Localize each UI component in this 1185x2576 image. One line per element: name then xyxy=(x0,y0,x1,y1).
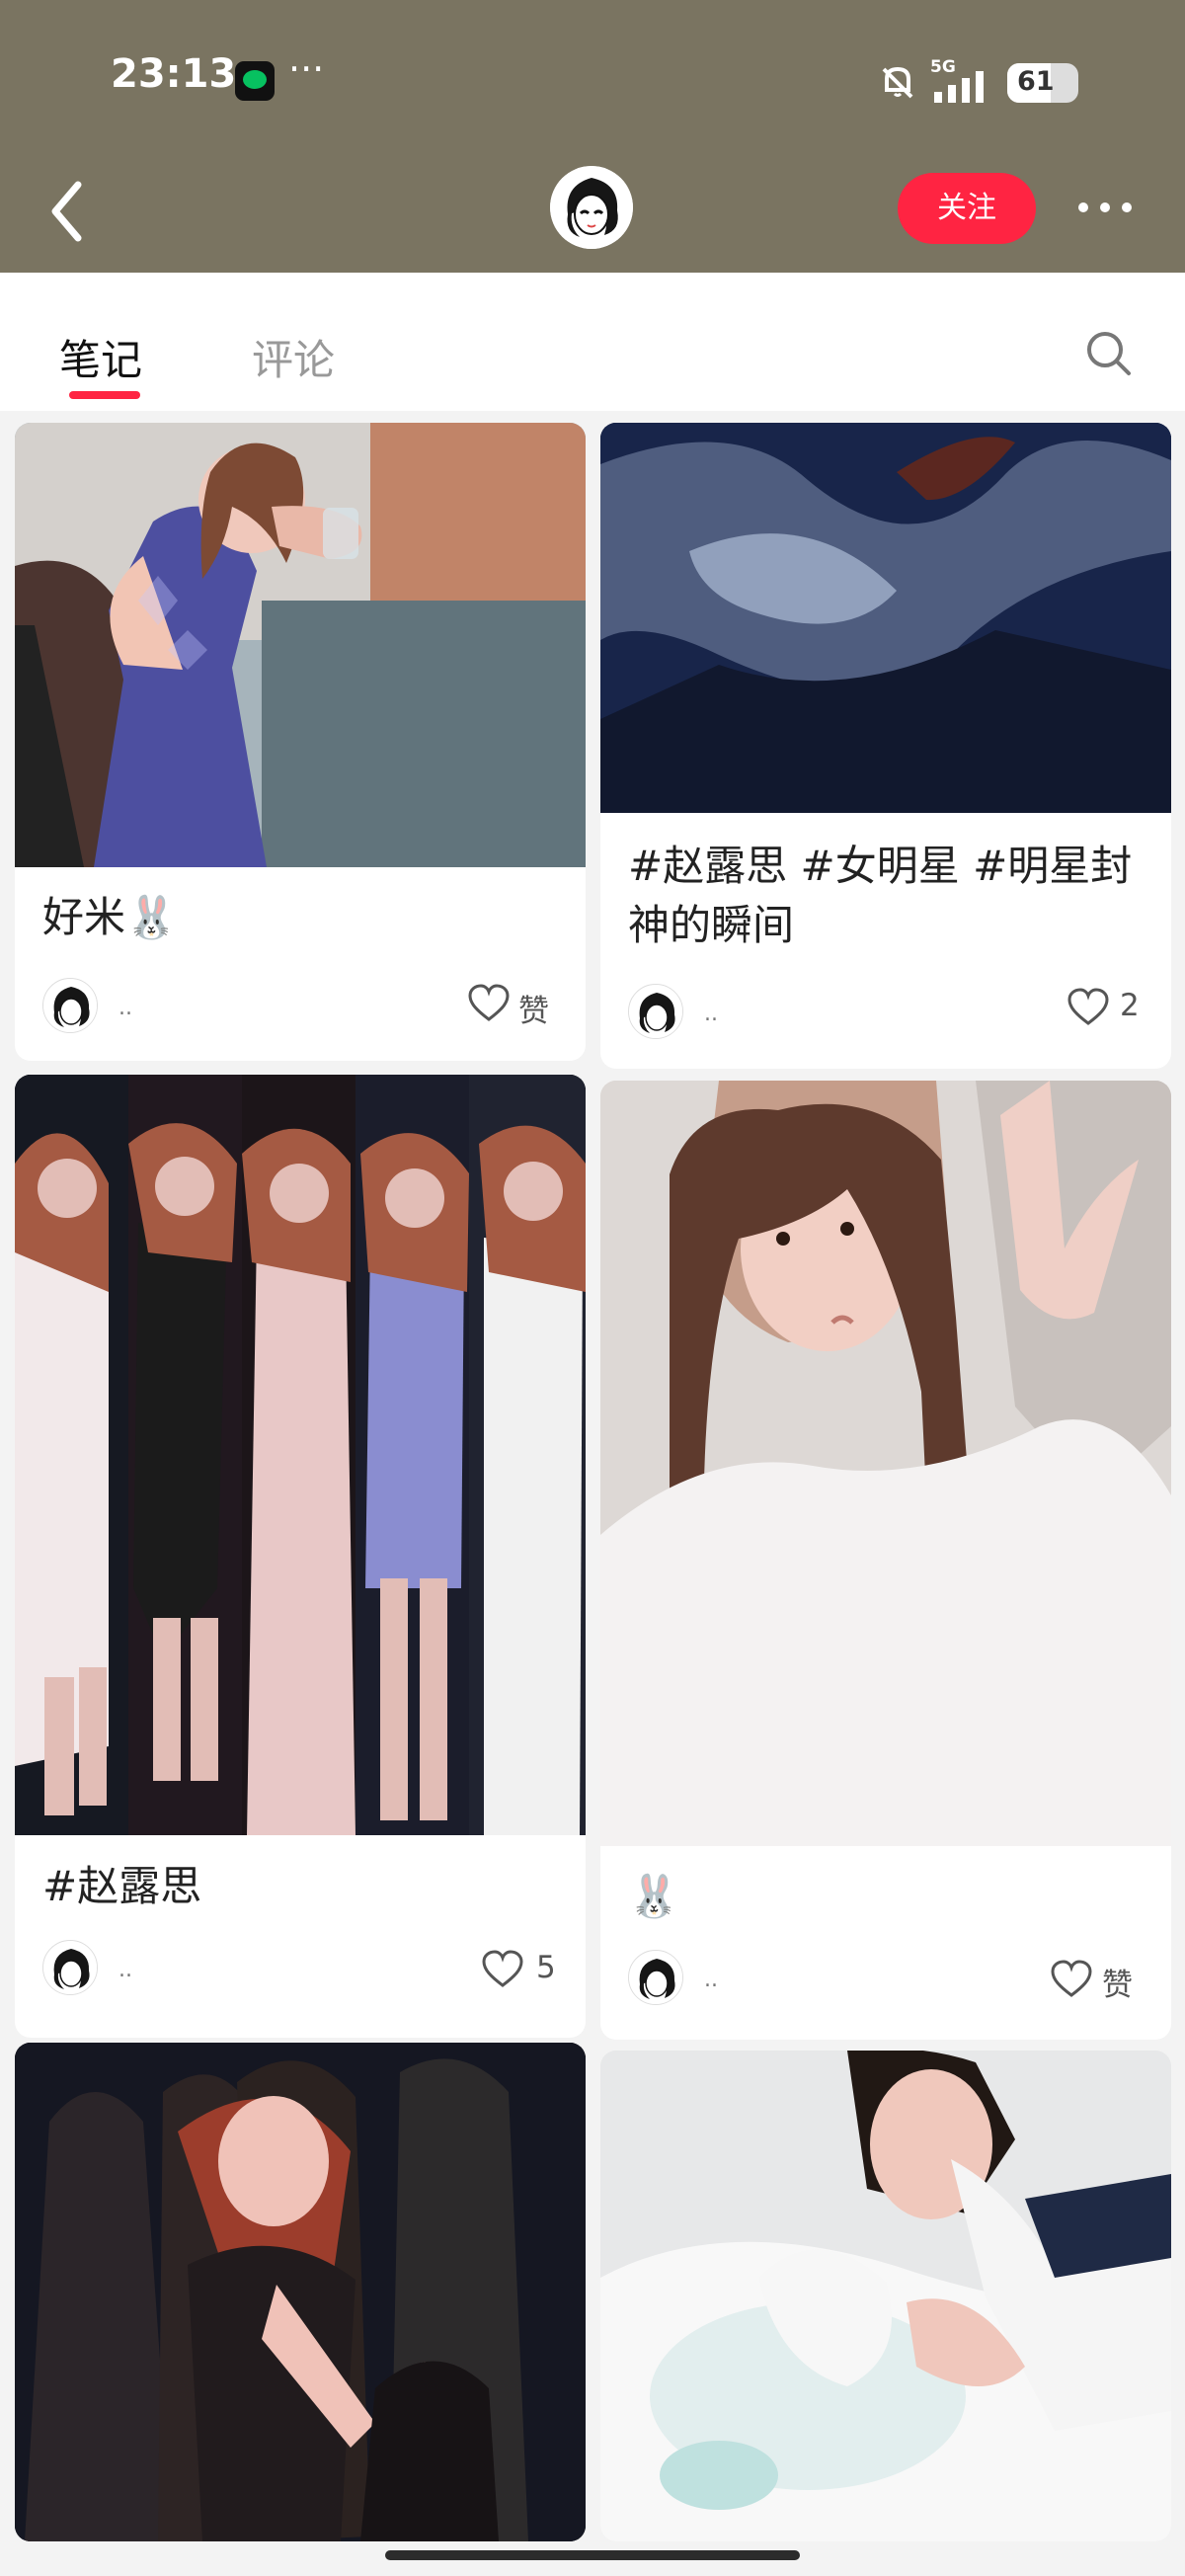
back-arrow-icon[interactable] xyxy=(47,181,87,242)
note-card-like-count[interactable]: 2 xyxy=(1120,988,1140,1023)
note-card-title[interactable]: #赵露思 xyxy=(42,1858,201,1915)
note-card-image[interactable] xyxy=(600,2051,1171,2541)
heart-icon[interactable] xyxy=(481,1950,524,1989)
note-card-image[interactable] xyxy=(600,423,1171,813)
author-avatar-image xyxy=(629,1951,682,2004)
note-card-1[interactable]: 好米🐰 .. 赞 xyxy=(15,423,586,1061)
profile-avatar[interactable] xyxy=(550,166,633,249)
note-card-author-name[interactable]: .. xyxy=(704,1968,718,1992)
tab-notes[interactable]: 笔记 xyxy=(59,327,142,387)
status-time: 23:13 xyxy=(111,51,237,97)
note-card-title[interactable]: 好米🐰 xyxy=(42,889,177,946)
note-card-author-name[interactable]: .. xyxy=(118,996,132,1020)
more-icon[interactable] xyxy=(1076,196,1134,219)
note-card-title-line-2[interactable]: 神的瞬间 xyxy=(628,897,794,954)
note-card-author-name[interactable]: .. xyxy=(118,1958,132,1982)
tab-notes-indicator xyxy=(69,391,140,399)
heart-icon[interactable] xyxy=(1050,1960,1093,1999)
author-avatar-image xyxy=(43,979,97,1032)
note-card-author-avatar[interactable] xyxy=(42,978,98,1033)
search-icon[interactable] xyxy=(1084,329,1134,378)
note-card-title[interactable]: #赵露思 #女明星 #明星封 xyxy=(628,838,1132,895)
note-card-like-count[interactable]: 赞 xyxy=(1102,1960,1133,2004)
heart-icon[interactable] xyxy=(467,984,511,1023)
battery-icon: 61 xyxy=(1007,63,1078,103)
note-card-title[interactable]: 🐰 xyxy=(628,1868,679,1925)
wechat-icon xyxy=(235,61,275,101)
status-indicators: 5G 61 xyxy=(869,57,1086,107)
note-card-6[interactable] xyxy=(600,2051,1171,2541)
note-card-image[interactable] xyxy=(15,423,586,867)
follow-button[interactable]: 关注 xyxy=(898,173,1036,244)
note-card-2[interactable]: #赵露思 #女明星 #明星封 神的瞬间 .. 2 xyxy=(600,423,1171,1069)
note-card-author-avatar[interactable] xyxy=(628,1950,683,2005)
note-card-image[interactable] xyxy=(15,2043,586,2541)
profile-tabs: 笔记 评论 xyxy=(0,273,1185,411)
note-card-author-avatar[interactable] xyxy=(42,1940,98,1995)
note-card-5[interactable] xyxy=(15,2043,586,2541)
note-card-image[interactable] xyxy=(600,1081,1171,1846)
author-avatar-image xyxy=(43,1941,97,1994)
note-card-4[interactable]: 🐰 .. 赞 xyxy=(600,1081,1171,2040)
status-overflow-icon: ··· xyxy=(288,47,325,91)
tab-comments[interactable]: 评论 xyxy=(252,327,335,387)
home-indicator[interactable] xyxy=(385,2550,800,2560)
author-avatar-image xyxy=(629,985,682,1038)
mute-bell-icon xyxy=(882,66,913,99)
heart-icon[interactable] xyxy=(1066,988,1110,1027)
note-card-3[interactable]: #赵露思 .. 5 xyxy=(15,1075,586,2038)
note-card-like-count[interactable]: 5 xyxy=(536,1950,556,1985)
note-card-author-name[interactable]: .. xyxy=(704,1002,718,1026)
note-card-image[interactable] xyxy=(15,1075,586,1835)
note-card-author-avatar[interactable] xyxy=(628,984,683,1039)
note-card-like-count[interactable]: 赞 xyxy=(518,986,549,1030)
signal-bars-icon xyxy=(934,71,984,103)
battery-level: 61 xyxy=(1017,66,1055,97)
app-header: 23:13 ··· 5G 61 关注 xyxy=(0,0,1185,273)
anime-avatar-image xyxy=(550,166,633,249)
